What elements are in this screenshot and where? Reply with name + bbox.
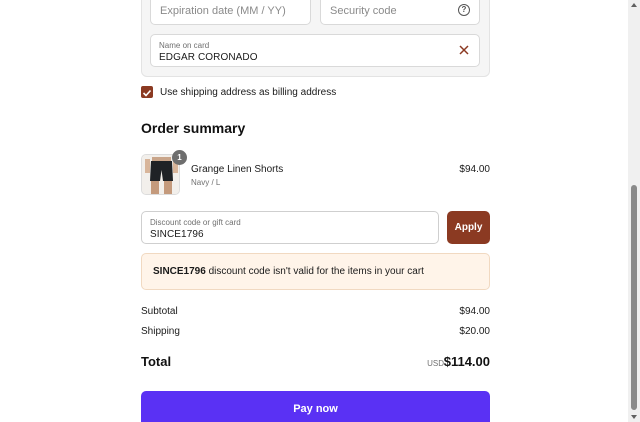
billing-address-label[interactable]: Use shipping address as billing address: [160, 87, 336, 98]
name-on-card-value: EDGAR CORONADO: [159, 52, 258, 63]
discount-code-field[interactable]: Discount code or gift card SINCE1796: [141, 211, 439, 244]
product-price: $94.00: [459, 164, 490, 175]
pay-now-button[interactable]: Pay now: [141, 391, 490, 422]
name-on-card-field[interactable]: Name on card EDGAR CORONADO: [150, 34, 480, 67]
order-summary-title: Order summary: [141, 120, 246, 136]
total-label: Total: [141, 354, 172, 369]
discount-error-alert: SINCE1796 discount code isn't valid for …: [141, 253, 490, 290]
clear-icon[interactable]: [458, 43, 470, 57]
expiration-date-placeholder: Expiration date (MM / YY): [160, 5, 286, 17]
quantity-badge: 1: [172, 150, 187, 165]
product-variant: Navy / L: [191, 178, 221, 187]
subtotal-label: Subtotal: [141, 306, 178, 317]
alert-code: SINCE1796: [153, 266, 206, 277]
subtotal-value: $94.00: [459, 306, 490, 317]
total-value: $114.00: [443, 354, 490, 369]
security-code-placeholder: Security code: [330, 5, 397, 17]
shipping-value: $20.00: [459, 326, 490, 337]
billing-address-checkbox[interactable]: [141, 86, 153, 98]
help-circle-icon[interactable]: ?: [458, 4, 470, 16]
page-scrollbar[interactable]: [628, 0, 640, 422]
total-currency: USD: [427, 359, 444, 368]
security-code-field[interactable]: Security code ?: [320, 0, 480, 25]
scroll-down-arrow-icon[interactable]: [631, 415, 637, 419]
scrollbar-thumb[interactable]: [631, 185, 637, 410]
shipping-label: Shipping: [141, 326, 180, 337]
expiration-date-field[interactable]: Expiration date (MM / YY): [150, 0, 311, 25]
apply-discount-button[interactable]: Apply: [447, 211, 490, 244]
discount-code-label: Discount code or gift card: [150, 218, 241, 227]
checkmark-icon: [142, 89, 152, 97]
discount-code-value: SINCE1796: [150, 229, 204, 240]
scroll-up-arrow-icon[interactable]: [631, 3, 637, 7]
alert-message: discount code isn't valid for the items …: [205, 266, 424, 277]
name-on-card-label: Name on card: [159, 41, 210, 50]
product-name: Grange Linen Shorts: [191, 164, 284, 175]
